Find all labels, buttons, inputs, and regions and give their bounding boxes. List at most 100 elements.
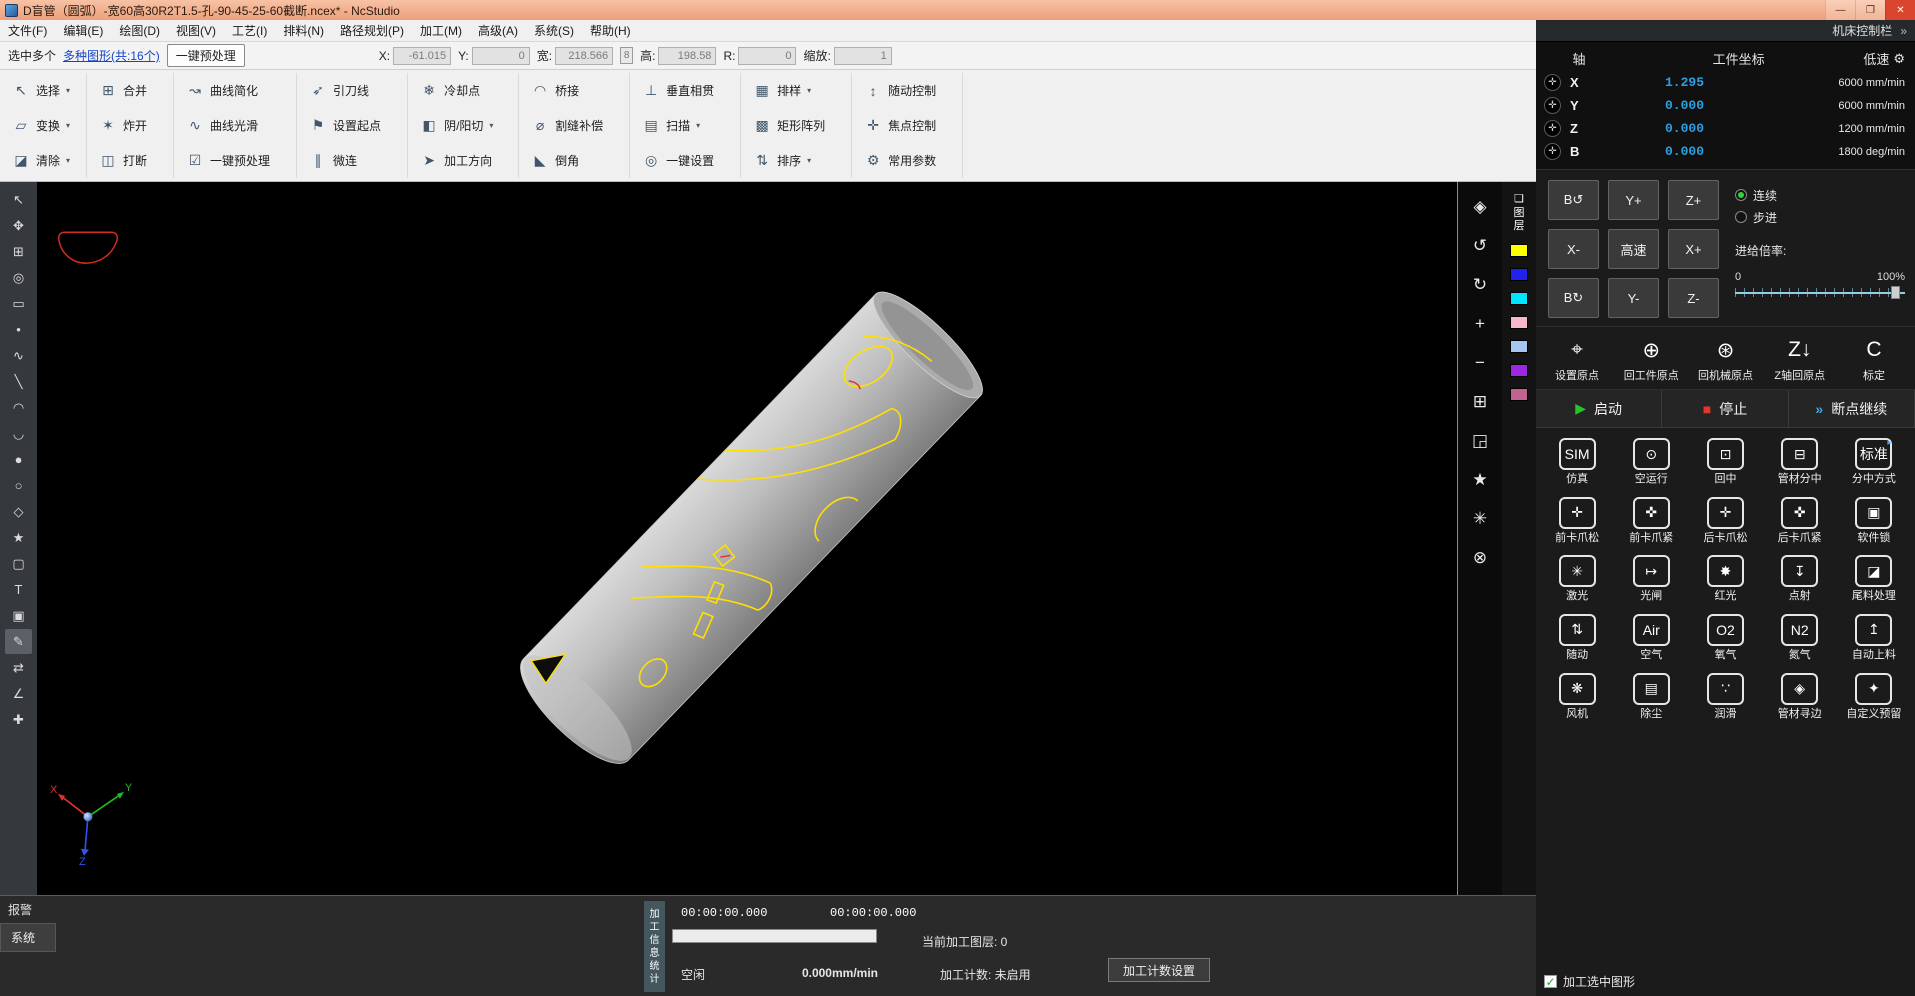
- menu-item[interactable]: 文件(F): [0, 20, 55, 41]
- follow-button[interactable]: ⇅ 随动: [1540, 614, 1614, 662]
- ribbon-button[interactable]: ⊥垂直相贯: [642, 76, 728, 106]
- front-chuck-clamp-button[interactable]: ✜ 前卡爪紧: [1614, 497, 1688, 545]
- tube-edge-seek-button[interactable]: ◈ 管材寻边: [1763, 673, 1837, 721]
- pan-tool[interactable]: ✥: [5, 213, 32, 238]
- jog-button[interactable]: Z+: [1668, 180, 1719, 220]
- menu-item[interactable]: 排料(N): [275, 20, 332, 41]
- ribbon-button[interactable]: ↝曲线简化: [186, 76, 284, 106]
- feed-override-slider[interactable]: [1735, 286, 1905, 299]
- front-chuck-loosen-button[interactable]: ✛ 前卡爪松: [1540, 497, 1614, 545]
- menu-item[interactable]: 绘图(D): [111, 20, 168, 41]
- jog-button[interactable]: X-: [1548, 229, 1599, 269]
- minimize-button[interactable]: —: [1825, 0, 1855, 20]
- calibrate-button[interactable]: C 标定: [1839, 335, 1909, 383]
- ribbon-button[interactable]: ⚙常用参数: [864, 146, 950, 176]
- tube-centering-button[interactable]: ⊟ 管材分中: [1763, 438, 1837, 486]
- tail-material-button[interactable]: ◪ 尾料处理: [1837, 555, 1911, 603]
- radio-icon[interactable]: [1735, 211, 1747, 223]
- jog-button[interactable]: X+: [1668, 229, 1719, 269]
- rounded-rect-tool[interactable]: ▢: [5, 551, 32, 576]
- clear-menu[interactable]: ◪ 清除 ▾: [12, 146, 74, 176]
- stop-button[interactable]: ■ 停止: [1662, 390, 1788, 427]
- zoom-out-icon[interactable]: −: [1466, 350, 1494, 376]
- layer-color-swatch[interactable]: [1510, 364, 1528, 377]
- close-panel-icon[interactable]: ⊗: [1466, 545, 1494, 571]
- ribbon-button[interactable]: ☑一键预处理: [186, 146, 284, 176]
- maximize-button[interactable]: ❐: [1855, 0, 1885, 20]
- ribbon-button[interactable]: ⊞合并: [99, 76, 161, 106]
- rotate-ccw-icon[interactable]: ↺: [1466, 233, 1494, 259]
- machine-selected-checkbox[interactable]: ✓ 加工选中图形: [1536, 968, 1915, 996]
- viewport-canvas[interactable]: X Y Z: [37, 182, 1458, 895]
- laser-button[interactable]: ✳ 激光: [1540, 555, 1614, 603]
- ribbon-button[interactable]: ◣倒角: [531, 146, 617, 176]
- edit-tool[interactable]: ✎: [5, 629, 32, 654]
- tab-system[interactable]: 系统: [0, 923, 56, 952]
- arc-tool[interactable]: ◠: [5, 395, 32, 420]
- software-lock-button[interactable]: ▣ 软件锁: [1837, 497, 1911, 545]
- zoom-tool[interactable]: ◎: [5, 265, 32, 290]
- burst-button[interactable]: ↧ 点射: [1763, 555, 1837, 603]
- simulate-button[interactable]: SIM 仿真: [1540, 438, 1614, 486]
- measure-tool[interactable]: ∠: [5, 681, 32, 706]
- ribbon-button[interactable]: ◫打断: [99, 146, 161, 176]
- ribbon-button[interactable]: ↕随动控制: [864, 76, 950, 106]
- ellipse-tool[interactable]: ●: [5, 447, 32, 472]
- radius-input[interactable]: 0: [738, 47, 796, 65]
- slider-handle[interactable]: [1891, 286, 1900, 299]
- select-tool[interactable]: ↖: [5, 187, 32, 212]
- air-button[interactable]: Air 空气: [1614, 614, 1688, 662]
- ruler-tool[interactable]: ▭: [5, 291, 32, 316]
- ribbon-button[interactable]: ➤加工方向: [420, 146, 506, 176]
- star-tool[interactable]: ★: [5, 525, 32, 550]
- ribbon-button[interactable]: ∥微连: [309, 146, 395, 176]
- dry-run-button[interactable]: ⊙ 空运行: [1614, 438, 1688, 486]
- ribbon-button[interactable]: ▦排样▾: [753, 76, 839, 106]
- start-button[interactable]: ▶ 启动: [1536, 390, 1662, 427]
- rear-chuck-loosen-button[interactable]: ✛ 后卡爪松: [1688, 497, 1762, 545]
- ribbon-button[interactable]: ❄冷却点: [420, 76, 506, 106]
- image-tool[interactable]: ▣: [5, 603, 32, 628]
- layer-color-swatch[interactable]: [1510, 292, 1528, 305]
- three-point-arc-tool[interactable]: ◡: [5, 421, 32, 446]
- close-button[interactable]: ✕: [1885, 0, 1915, 20]
- tab-alarm[interactable]: 报警: [0, 896, 62, 923]
- aspect-lock-icon[interactable]: 8: [620, 47, 633, 64]
- oxygen-button[interactable]: O2 氧气: [1688, 614, 1762, 662]
- height-input[interactable]: 198.58: [658, 47, 716, 65]
- zoom-fit-icon[interactable]: ⊞: [1466, 389, 1494, 415]
- ribbon-button[interactable]: ▤扫描▾: [642, 111, 728, 141]
- jog-button[interactable]: B↺: [1548, 180, 1599, 220]
- ribbon-button[interactable]: ◠桥接: [531, 76, 617, 106]
- layer-color-swatch[interactable]: [1510, 340, 1528, 353]
- jog-button[interactable]: Y+: [1608, 180, 1659, 220]
- ribbon-button[interactable]: ➶引刀线: [309, 76, 395, 106]
- mode-continuous-radio[interactable]: 连续: [1735, 184, 1905, 206]
- scale-input[interactable]: 1: [834, 47, 892, 65]
- text-tool[interactable]: T: [5, 577, 32, 602]
- resume-breakpoint-button[interactable]: » 断点继续: [1789, 390, 1915, 427]
- zoom-in-icon[interactable]: +: [1466, 311, 1494, 337]
- polygon-tool[interactable]: ◇: [5, 499, 32, 524]
- z-axis-origin-button[interactable]: Z↓ Z轴回原点: [1765, 335, 1835, 383]
- ribbon-button[interactable]: ⌀割缝补偿: [531, 111, 617, 141]
- menu-item[interactable]: 高级(A): [470, 20, 526, 41]
- custom-reserved-button[interactable]: ✦ 自定义预留: [1837, 673, 1911, 721]
- speed-mode-button[interactable]: 低速 ⚙: [1863, 49, 1907, 68]
- preprocess-button[interactable]: 一键预处理: [167, 44, 245, 67]
- ribbon-button[interactable]: ◧阴/阳切▾: [420, 111, 506, 141]
- ribbon-button[interactable]: ✶炸开: [99, 111, 161, 141]
- circle-tool[interactable]: ○: [5, 473, 32, 498]
- rear-chuck-clamp-button[interactable]: ✜ 后卡爪紧: [1763, 497, 1837, 545]
- radio-icon[interactable]: [1735, 189, 1747, 201]
- transform-menu[interactable]: ▱ 变换 ▾: [12, 111, 74, 141]
- y-input[interactable]: 0: [472, 47, 530, 65]
- snap-icon[interactable]: ✳: [1466, 506, 1494, 532]
- jog-button[interactable]: Y-: [1608, 278, 1659, 318]
- ribbon-button[interactable]: ✛焦点控制: [864, 111, 950, 141]
- ribbon-button[interactable]: ∿曲线光滑: [186, 111, 284, 141]
- layer-color-swatch[interactable]: [1510, 316, 1528, 329]
- nitrogen-button[interactable]: N2 氮气: [1763, 614, 1837, 662]
- rotate-cw-icon[interactable]: ↻: [1466, 272, 1494, 298]
- width-input[interactable]: 218.566: [555, 47, 613, 65]
